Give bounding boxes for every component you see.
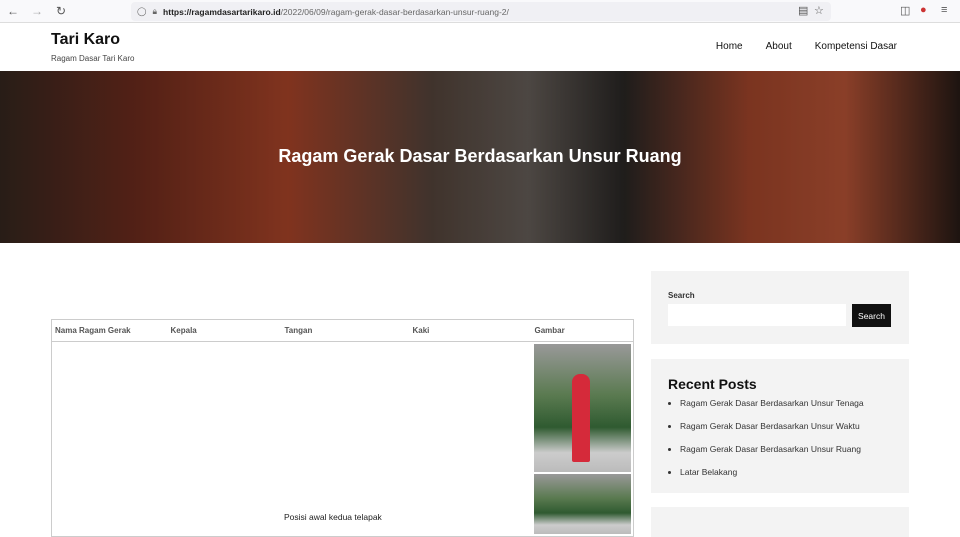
nav-about[interactable]: About [766,41,792,52]
col-header: Kaki [409,319,532,342]
col-header: Gambar [531,319,634,342]
url-path: /2022/06/09/ragam-gerak-dasar-berdasarka… [280,6,509,17]
nav-kompetensi-dasar[interactable]: Kompetensi Dasar [815,41,897,52]
main-nav: Home About Kompetensi Dasar [716,41,897,52]
lock-icon: 🔒︎ [152,6,158,16]
search-input[interactable] [668,304,846,326]
col-header: Nama Ragam Gerak [51,319,168,342]
bookmark-star-icon[interactable]: ☆ [814,4,824,17]
nav-home[interactable]: Home [716,41,743,52]
recent-post-link[interactable]: Latar Belakang [680,467,892,477]
dancer-image [533,474,631,534]
sidebar-widget [651,507,909,537]
table-row: Posisi awal kedua telapak [52,342,634,537]
cell-text: Posisi awal kedua telapak [284,512,382,522]
pocket-icon[interactable]: ◫ [900,4,910,17]
recent-post-link[interactable]: Ragam Gerak Dasar Berdasarkan Unsur Tena… [680,398,892,408]
recent-posts-widget: Recent Posts Ragam Gerak Dasar Berdasark… [651,359,909,493]
extension-icon[interactable]: ● [920,4,927,16]
recent-post-link[interactable]: Ragam Gerak Dasar Berdasarkan Unsur Wakt… [680,421,892,431]
hero-banner: Ragam Gerak Dasar Berdasarkan Unsur Ruan… [0,71,960,243]
back-icon[interactable]: ← [2,4,24,18]
search-widget: Search Search [651,271,909,344]
col-header: Tangan [281,319,410,342]
table-header-row: Nama Ragam Gerak Kepala Tangan Kaki Gamb… [51,319,634,342]
url-host: https://ragamdasartarikaro.id [163,6,281,17]
menu-icon[interactable]: ≡ [941,4,947,16]
ragam-gerak-table: Nama Ragam Gerak Kepala Tangan Kaki Gamb… [51,319,634,537]
reload-icon[interactable]: ↻ [50,4,72,18]
recent-posts-title: Recent Posts [668,376,757,392]
site-title[interactable]: Tari Karo [51,31,134,49]
page-title: Ragam Gerak Dasar Berdasarkan Unsur Ruan… [278,146,682,166]
forward-icon[interactable]: → [26,4,48,18]
search-label: Search [668,291,695,300]
site-header: Tari Karo Ragam Dasar Tari Karo Home Abou… [0,23,960,71]
recent-post-link[interactable]: Ragam Gerak Dasar Berdasarkan Unsur Ruan… [680,444,892,454]
shield-icon: ◯ [137,6,147,16]
col-header: Kepala [167,319,282,342]
site-tagline: Ragam Dasar Tari Karo [51,54,135,63]
dancer-image [533,344,631,472]
address-bar[interactable]: ◯ 🔒︎ https://ragamdasartarikaro.id/2022/0… [131,2,831,21]
reader-icon[interactable]: ▤ [798,4,808,17]
search-button[interactable]: Search [852,304,891,327]
